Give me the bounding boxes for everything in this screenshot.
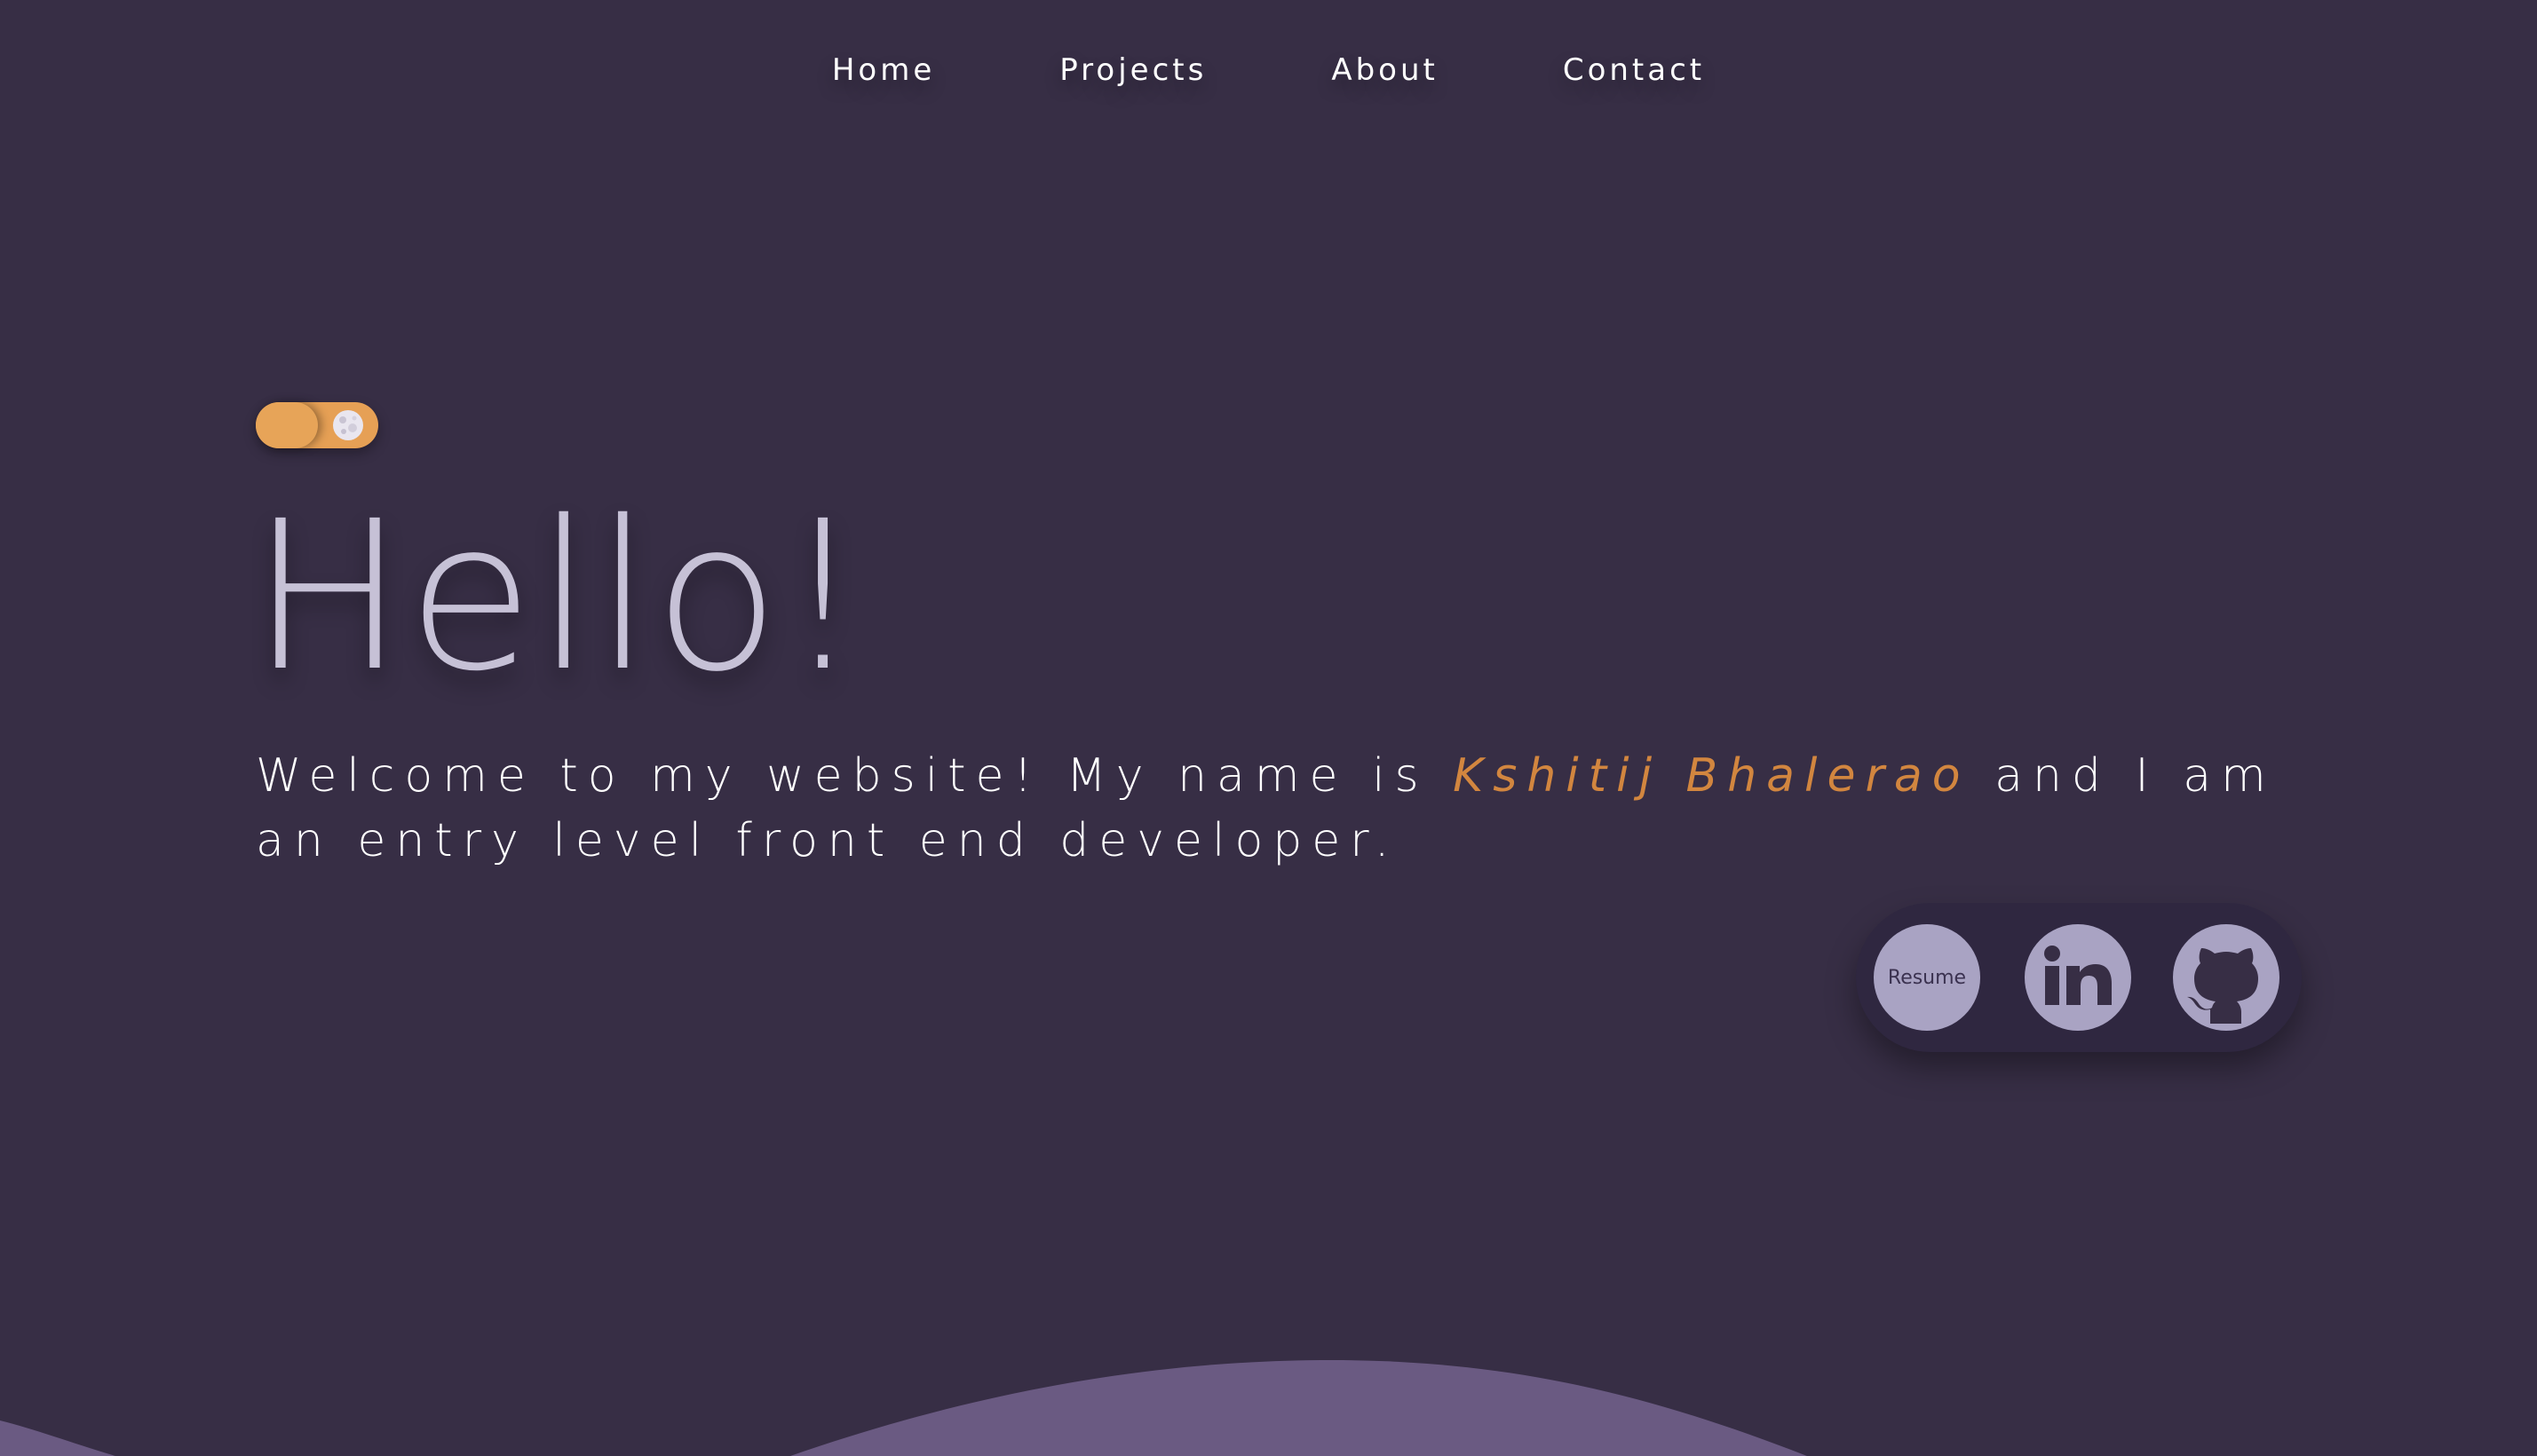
theme-toggle[interactable] xyxy=(256,402,378,448)
resume-button[interactable]: Resume xyxy=(1874,924,1980,1031)
toggle-knob xyxy=(256,402,318,448)
linkedin-icon xyxy=(2044,946,2112,1005)
nav-contact-link[interactable]: Contact xyxy=(1563,46,1705,94)
nav-about-link[interactable]: About xyxy=(1331,46,1439,94)
nav-projects-link[interactable]: Projects xyxy=(1059,46,1207,94)
hero-title: Hello! xyxy=(250,477,867,716)
main-nav: Home Projects About Contact xyxy=(0,46,2537,94)
intro-text: Welcome to my website! My name is Kshiti… xyxy=(256,744,2298,874)
social-links-bar: Resume xyxy=(1856,903,2302,1052)
github-button[interactable] xyxy=(2173,924,2279,1031)
intro-text-start: Welcome to my website! My name is xyxy=(256,749,1454,803)
developer-name: Kshitij Bhalerao xyxy=(1453,749,1970,803)
github-icon xyxy=(2187,948,2258,1024)
bottom-wave xyxy=(0,1360,1807,1456)
moon-icon xyxy=(333,410,363,440)
nav-home-link[interactable]: Home xyxy=(832,46,935,94)
linkedin-button[interactable] xyxy=(2025,924,2131,1031)
